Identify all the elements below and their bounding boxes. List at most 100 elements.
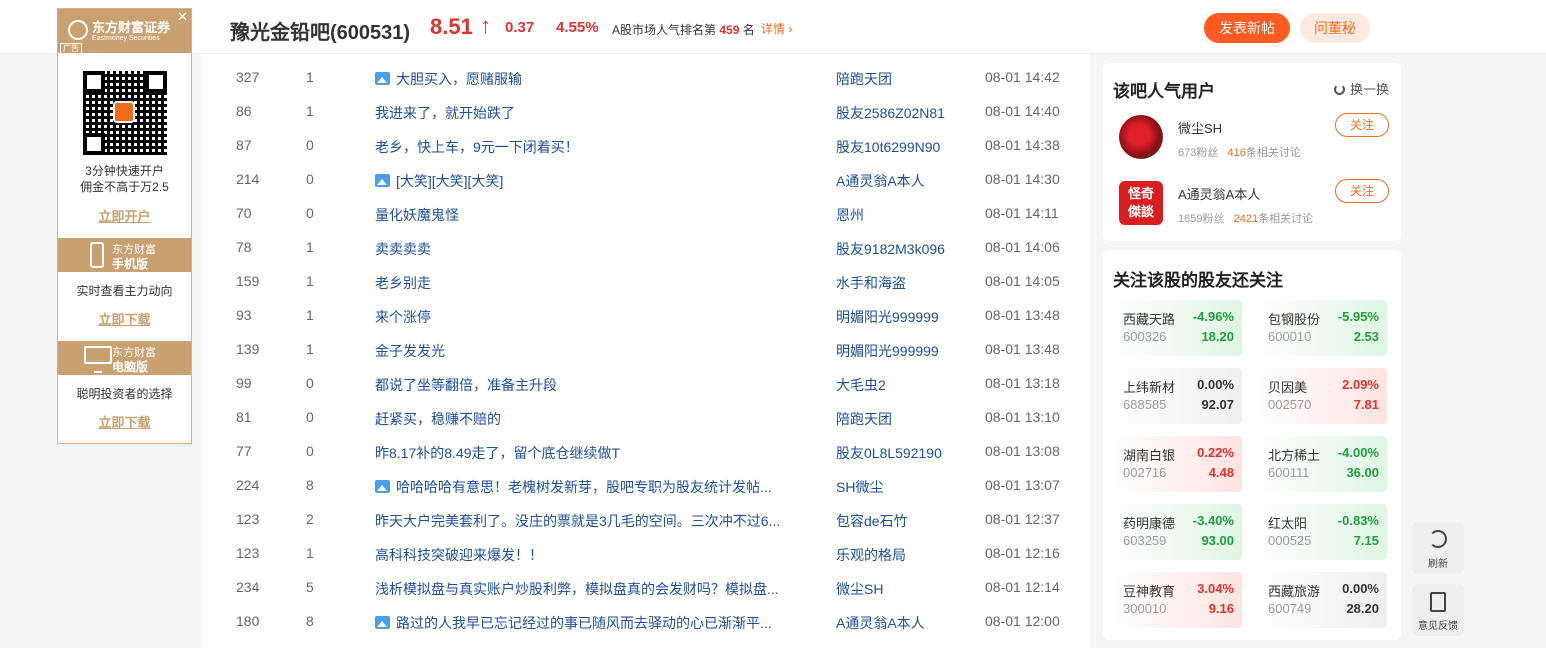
follow-button[interactable]: 关注 [1335, 179, 1389, 203]
open-account-link[interactable]: 立即开户 [58, 206, 191, 225]
stock-code: 300010 [1123, 601, 1167, 616]
user-discuss-suffix: 条相关讨论 [1258, 213, 1314, 225]
reply-count: 1 [306, 307, 314, 323]
stock-tile[interactable]: 包钢股份 600010 -5.95% 2.53 [1258, 300, 1387, 356]
stock-tile[interactable]: 贝因美 002570 2.09% 7.81 [1258, 368, 1387, 424]
user-discuss-suffix: 条相关讨论 [1245, 147, 1301, 159]
new-post-button[interactable]: 发表新帖 [1204, 13, 1290, 43]
pc-download-link[interactable]: 立即下载 [58, 412, 191, 431]
post-author[interactable]: 股友9182M3k096 [836, 239, 945, 259]
bar-title[interactable]: 豫光金铅吧(600531) [230, 16, 410, 45]
detail-link[interactable]: 详情 › [761, 20, 792, 37]
post-time: 08-01 14:40 [985, 103, 1060, 119]
reply-count: 0 [306, 171, 314, 187]
read-count-text: 93 [236, 307, 252, 323]
follow-button[interactable]: 关注 [1335, 113, 1389, 137]
mobile-download-link[interactable]: 立即下载 [58, 309, 191, 328]
post-title[interactable]: 路过的人我早已忘记经过的事已随风而去驿动的心已渐渐平... [375, 613, 772, 633]
post-author[interactable]: 陪跑天团 [836, 409, 892, 429]
post-author[interactable]: 股友2586Z02N81 [836, 103, 945, 123]
post-author[interactable]: 明媚阳光999999 [836, 307, 939, 327]
close-icon[interactable]: ✕ [177, 9, 188, 25]
post-title[interactable]: 老乡别走 [375, 273, 431, 293]
post-title-text: 大胆买入，愿赌服输 [396, 71, 522, 87]
post-time-text: 08-01 13:10 [985, 409, 1060, 425]
post-title[interactable]: 浅析模拟盘与真实账户炒股利弊，模拟盘真的会发财吗？模拟盘... [375, 579, 779, 599]
reply-count-text: 1 [306, 103, 314, 119]
feedback-button[interactable]: 意见反馈 [1412, 584, 1464, 636]
reply-count: 0 [306, 409, 314, 425]
post-title-text: 我进来了，就开始跌了 [375, 105, 515, 121]
post-author[interactable]: 陪跑天团 [836, 69, 892, 89]
post-author-text: 明媚阳光999999 [836, 309, 939, 325]
post-author-text: 股友10t6299N90 [836, 139, 941, 155]
eastmoney-logo-icon [68, 20, 88, 40]
post-author[interactable]: 恩州 [836, 205, 864, 225]
read-count-text: 139 [236, 341, 260, 357]
stock-tile[interactable]: 北方稀土 600111 -4.00% 36.00 [1258, 436, 1387, 492]
read-count-text: 77 [236, 443, 252, 459]
post-title[interactable]: 来个涨停 [375, 307, 431, 327]
user-fans: 673粉丝 [1178, 147, 1219, 159]
stock-tile[interactable]: 上纬新材 688585 0.00% 92.07 [1113, 368, 1242, 424]
post-title-text: 量化妖魔鬼怪 [375, 207, 459, 223]
stock-tile[interactable]: 红太阳 000525 -0.83% 7.15 [1258, 504, 1387, 560]
post-author[interactable]: 微尘SH [836, 579, 883, 599]
post-author[interactable]: 乐观的格局 [836, 545, 906, 565]
post-title[interactable]: 赶紧买，稳赚不赔的 [375, 409, 501, 429]
post-author[interactable]: 明媚阳光999999 [836, 341, 939, 361]
post-title[interactable]: 大胆买入，愿赌服输 [375, 69, 522, 89]
feedback-icon [1430, 592, 1446, 612]
post-list: 327 1 大胆买入，愿赌服输 陪跑天团 08-01 14:42 86 1 我进来了，就开始跌… [202, 54, 1090, 648]
read-count: 123 [236, 511, 259, 527]
stock-tile[interactable]: 湖南白银 002716 0.22% 4.48 [1113, 436, 1242, 492]
stock-change-pct: 2.09% [1342, 377, 1379, 392]
table-row: 123 1 高科科技突破迎来爆发！！ 乐观的格局 08-01 12:16 [202, 536, 1090, 570]
avatar[interactable]: 怪奇傑談 [1119, 181, 1163, 225]
post-title[interactable]: 我进来了，就开始跌了 [375, 103, 515, 123]
post-time-text: 08-01 13:07 [985, 477, 1060, 493]
post-title[interactable]: [大笑][大笑][大笑] [375, 171, 503, 191]
post-title[interactable]: 都说了坐等翻倍，准备主升段 [375, 375, 557, 395]
swap-label: 换一换 [1349, 82, 1389, 97]
post-author[interactable]: 股友10t6299N90 [836, 137, 940, 157]
post-author[interactable]: 水手和海盗 [836, 273, 906, 293]
post-author[interactable]: A通灵翁A本人 [836, 171, 925, 191]
post-title[interactable]: 高科科技突破迎来爆发！！ [375, 545, 543, 565]
stock-tile[interactable]: 西藏天路 600326 -4.96% 18.20 [1113, 300, 1242, 356]
price-change-pct: 4.55% [556, 19, 599, 36]
read-count: 159 [236, 273, 259, 289]
stock-tile[interactable]: 西藏旅游 600749 0.00% 28.20 [1258, 572, 1387, 628]
avatar[interactable] [1119, 115, 1163, 159]
post-title-text: 来个涨停 [375, 309, 431, 325]
swap-button[interactable]: 换一换 [1333, 79, 1389, 98]
read-count-text: 214 [236, 171, 260, 187]
post-title[interactable]: 量化妖魔鬼怪 [375, 205, 459, 225]
post-title[interactable]: 昨8.17补的8.49走了，留个底仓继续做T [375, 443, 620, 463]
post-author[interactable]: A通灵翁A本人 [836, 613, 925, 633]
post-title-text: 哈哈哈哈有意思！老槐树发新芽，股吧专职为股友统计发帖... [396, 479, 772, 495]
stock-tile[interactable]: 药明康德 603259 -3.40% 93.00 [1113, 504, 1242, 560]
post-title[interactable]: 哈哈哈哈有意思！老槐树发新芽，股吧专职为股友统计发帖... [375, 477, 772, 497]
stock-name: 湖南白银 [1123, 448, 1176, 463]
stock-name: 包钢股份 [1268, 312, 1321, 327]
user-name[interactable]: A通灵翁A本人 [1178, 184, 1260, 203]
stock-code: 000525 [1268, 533, 1312, 548]
post-title[interactable]: 金子发发光 [375, 341, 445, 361]
post-author[interactable]: 股友0L8L592190 [836, 443, 942, 463]
post-time-text: 08-01 14:05 [985, 273, 1060, 289]
post-title[interactable]: 卖卖卖卖 [375, 239, 431, 259]
ad-brand-sub: Eastmoney Securities [92, 35, 160, 42]
stock-change-pct: -4.00% [1337, 445, 1379, 460]
qr-corner [83, 133, 105, 155]
post-title[interactable]: 昨天大户完美套利了。没庄的票就是3几毛的空间。三次冲不过6... [375, 511, 780, 531]
post-author[interactable]: SH微尘 [836, 477, 883, 497]
user-name[interactable]: 微尘SH [1178, 118, 1222, 137]
stock-tile[interactable]: 豆神教育 300010 3.04% 9.16 [1113, 572, 1242, 628]
ask-secretary-button[interactable]: 问董秘 [1300, 13, 1370, 43]
post-title[interactable]: 老乡，快上车，9元一下闭着买！ [375, 137, 579, 157]
post-author[interactable]: 大毛虫2 [836, 375, 886, 395]
post-author[interactable]: 包容de石竹 [836, 511, 908, 531]
refresh-button[interactable]: 刷新 [1412, 522, 1464, 574]
refresh-icon [1333, 84, 1345, 95]
